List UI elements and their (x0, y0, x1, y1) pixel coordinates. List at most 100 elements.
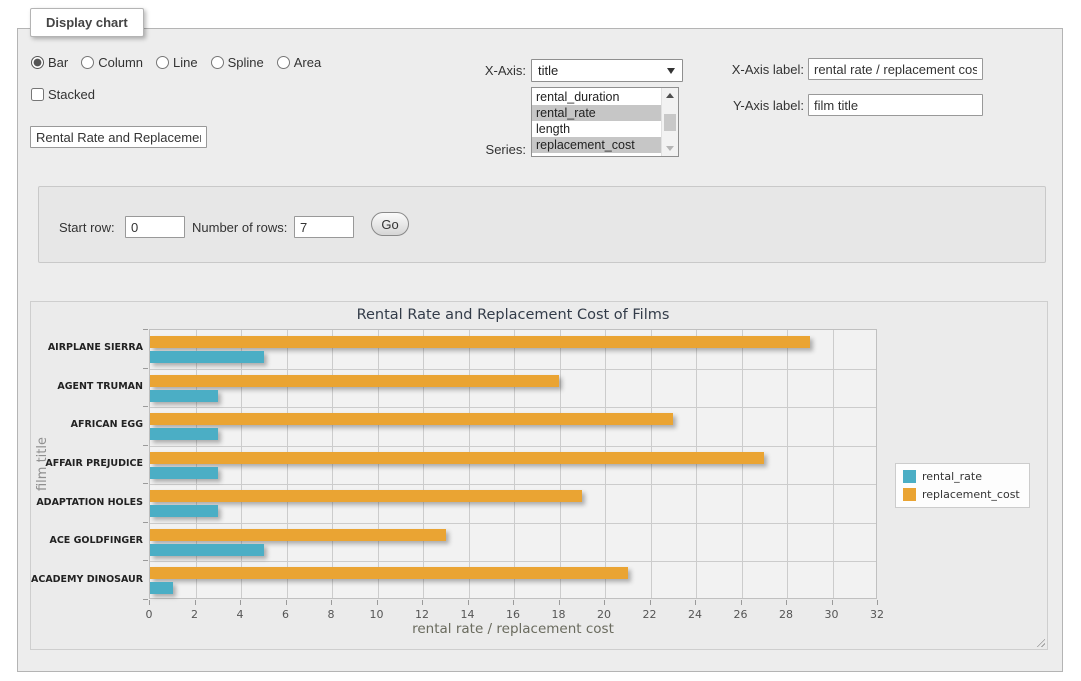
chevron-down-icon (667, 68, 675, 74)
chart-type-spline[interactable]: Spline (211, 55, 264, 70)
x-tick-label: 18 (542, 608, 576, 621)
series-option-replacement_cost[interactable]: replacement_cost (532, 137, 661, 153)
category-label: ADAPTATION HOLES (31, 497, 143, 508)
row-controls-box: Start row: Number of rows: Go (38, 186, 1046, 263)
go-button[interactable]: Go (371, 212, 409, 236)
bar-rental_rate-airplane-sierra (150, 351, 264, 363)
x-axis-label-field-label: X-Axis label: (708, 62, 804, 77)
number-of-rows-input[interactable] (294, 216, 354, 238)
chart-title: Rental Rate and Replacement Cost of Film… (149, 307, 877, 323)
gridline-vertical (332, 330, 333, 598)
gridline-vertical (605, 330, 606, 598)
start-row-label: Start row: (59, 220, 115, 235)
gridline-horizontal (150, 523, 876, 524)
chart-type-label: Bar (48, 55, 68, 70)
bar-rental_rate-african-egg (150, 428, 218, 440)
y-tick-mark (143, 560, 148, 561)
chart-type-radio-line[interactable] (156, 56, 169, 69)
y-tick-mark (143, 483, 148, 484)
series-option-rental_duration[interactable]: rental_duration (532, 89, 661, 105)
x-tick-mark (331, 600, 332, 605)
y-tick-mark (143, 522, 148, 523)
gridline-horizontal (150, 561, 876, 562)
gridline-horizontal (150, 484, 876, 485)
gridline-vertical (742, 330, 743, 598)
chart-type-radio-column[interactable] (81, 56, 94, 69)
x-tick-label: 26 (724, 608, 758, 621)
scrollbar-thumb[interactable] (664, 114, 676, 131)
gridline-vertical (787, 330, 788, 598)
stacked-checkbox[interactable] (31, 88, 44, 101)
chart-type-bar[interactable]: Bar (31, 55, 68, 70)
legend-label: rental_rate (922, 470, 982, 483)
panel-legend-title: Display chart (30, 8, 144, 37)
resize-grip-icon[interactable] (1034, 636, 1045, 647)
y-axis-label-input[interactable] (808, 94, 983, 116)
x-tick-mark (377, 600, 378, 605)
y-tick-mark (143, 406, 148, 407)
chart-type-line[interactable]: Line (156, 55, 198, 70)
y-tick-mark (143, 329, 148, 330)
gridline-vertical (287, 330, 288, 598)
gridline-vertical (241, 330, 242, 598)
series-listbox[interactable]: rental_durationrental_ratelengthreplacem… (531, 87, 679, 157)
y-axis-label-field-label: Y-Axis label: (708, 98, 804, 113)
chart-type-column[interactable]: Column (81, 55, 143, 70)
gridline-vertical (469, 330, 470, 598)
x-tick-mark (513, 600, 514, 605)
series-scrollbar[interactable] (661, 88, 678, 156)
gridline-horizontal (150, 369, 876, 370)
x-tick-mark (559, 600, 560, 605)
x-tick-label: 0 (132, 608, 166, 621)
chart-title-input[interactable] (30, 126, 207, 148)
bar-rental_rate-affair-prejudice (150, 467, 218, 479)
x-tick-mark (240, 600, 241, 605)
bar-replacement_cost-agent-truman (150, 375, 559, 387)
series-option-rental_rate[interactable]: rental_rate (532, 105, 661, 121)
plot-area (149, 329, 877, 599)
stacked-label: Stacked (48, 87, 95, 102)
x-tick-mark (741, 600, 742, 605)
display-chart-page: BarColumnLineSplineArea Stacked X-Axis: … (0, 0, 1081, 681)
bar-replacement_cost-african-egg (150, 413, 673, 425)
x-axis-select-label: X-Axis: (448, 63, 526, 78)
x-tick-label: 6 (269, 608, 303, 621)
chart-type-area[interactable]: Area (277, 55, 321, 70)
x-tick-mark (195, 600, 196, 605)
x-tick-label: 12 (405, 608, 439, 621)
gridline-vertical (423, 330, 424, 598)
x-tick-label: 8 (314, 608, 348, 621)
x-tick-mark (650, 600, 651, 605)
x-tick-label: 14 (451, 608, 485, 621)
scroll-down-button[interactable] (663, 141, 677, 156)
chart-container: Rental Rate and Replacement Cost of Film… (30, 301, 1048, 650)
chart-type-radio-bar[interactable] (31, 56, 44, 69)
x-tick-label: 16 (496, 608, 530, 621)
chart-type-label: Line (173, 55, 198, 70)
bar-rental_rate-ace-goldfinger (150, 544, 264, 556)
bar-replacement_cost-airplane-sierra (150, 336, 810, 348)
x-tick-label: 4 (223, 608, 257, 621)
scroll-up-button[interactable] (663, 88, 677, 103)
series-list-label: Series: (448, 142, 526, 157)
legend-swatch-icon (903, 488, 916, 501)
gridline-vertical (651, 330, 652, 598)
chart-type-radio-area[interactable] (277, 56, 290, 69)
chart-type-radio-group: Bar Column Line Spline Area (31, 55, 321, 70)
chart-type-radio-spline[interactable] (211, 56, 224, 69)
x-axis-label-input[interactable] (808, 58, 983, 80)
legend-item-rental_rate: rental_rate (903, 470, 1020, 483)
scroll-down-icon (666, 146, 674, 151)
x-tick-mark (468, 600, 469, 605)
y-tick-mark (143, 368, 148, 369)
category-label: AFRICAN EGG (31, 419, 143, 430)
category-label: AGENT TRUMAN (31, 381, 143, 392)
stacked-option[interactable]: Stacked (31, 87, 95, 102)
series-option-length[interactable]: length (532, 121, 661, 137)
gridline-vertical (560, 330, 561, 598)
x-tick-mark (695, 600, 696, 605)
x-tick-label: 10 (360, 608, 394, 621)
start-row-input[interactable] (125, 216, 185, 238)
bar-replacement_cost-affair-prejudice (150, 452, 764, 464)
x-axis-select[interactable]: title (531, 59, 683, 82)
